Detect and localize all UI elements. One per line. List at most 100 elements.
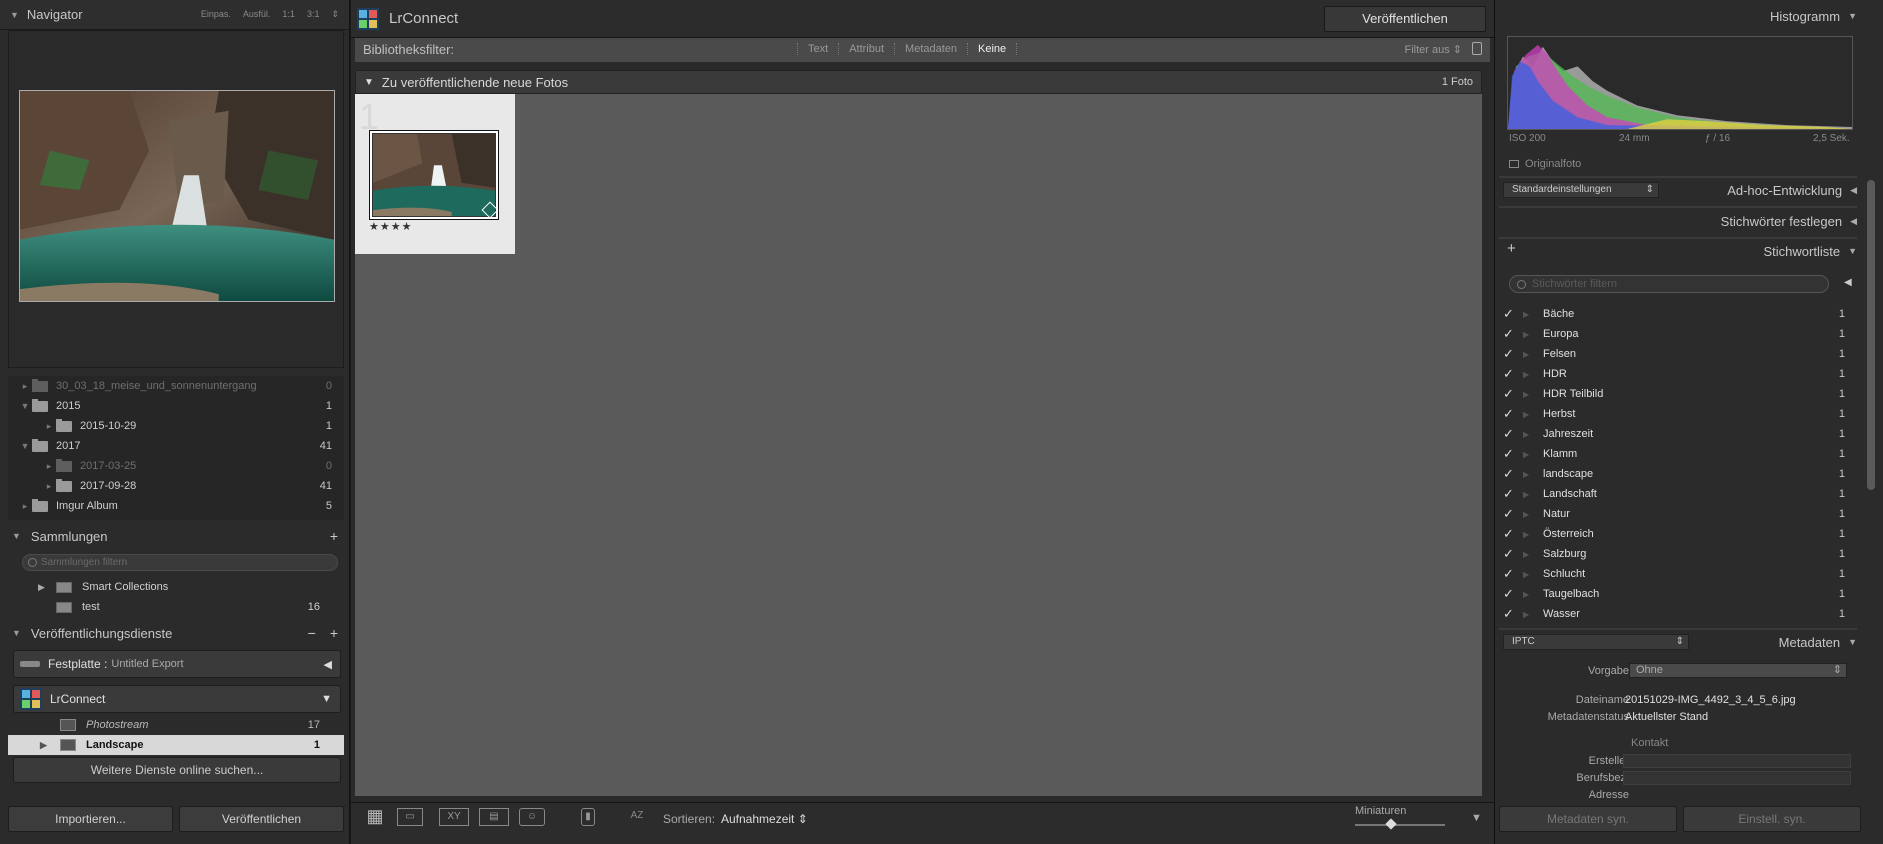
checkmark-icon[interactable]: ✓ [1503, 326, 1519, 342]
checkmark-icon[interactable]: ✓ [1503, 486, 1519, 502]
collapse-icon[interactable]: ▼ [18, 401, 32, 411]
expand-icon[interactable]: ▶ [1523, 470, 1537, 479]
expand-icon[interactable]: ▶ [1523, 570, 1537, 579]
navigator-preview-area[interactable] [8, 30, 344, 368]
expand-icon[interactable]: ▶ [1523, 490, 1537, 499]
collapse-arrow-icon[interactable]: ▼ [321, 693, 332, 705]
collapse-triangle-icon[interactable]: ▼ [1848, 246, 1857, 256]
checkmark-icon[interactable]: ✓ [1503, 446, 1519, 462]
photo-thumbnail[interactable] [369, 130, 499, 220]
folder-item[interactable]: ▸ 2017-03-25 0 [8, 456, 344, 476]
sync-settings-button[interactable]: Einstell. syn. [1683, 806, 1861, 832]
zoom-3-1[interactable]: 3:1 [307, 9, 320, 20]
survey-view-icon[interactable]: ▤ [479, 808, 509, 826]
checkbox-icon[interactable] [1509, 160, 1519, 168]
checkmark-icon[interactable]: ✓ [1503, 546, 1519, 562]
loupe-view-icon[interactable]: ▭ [397, 808, 423, 826]
folder-item[interactable]: ▼ 2015 1 [8, 396, 344, 416]
collapse-triangle-icon[interactable]: ▼ [10, 10, 19, 20]
right-panel-scrollbar[interactable] [1867, 180, 1875, 490]
navigator-preview-image[interactable] [19, 90, 335, 302]
keywording-header[interactable]: Stichwörter festlegen ◀ [1721, 209, 1857, 233]
hard-drive-service[interactable]: Festplatte : Untitled Export ◀ [13, 650, 341, 678]
keyword-item[interactable]: ✓ ▶ Wasser 1 [1499, 604, 1857, 624]
keyword-item[interactable]: ✓ ▶ Jahreszeit 1 [1499, 424, 1857, 444]
import-button[interactable]: Importieren... [8, 806, 173, 832]
metadata-set-select[interactable]: IPTC ⇕ [1503, 634, 1689, 650]
collection-item[interactable]: test 16 [8, 597, 344, 617]
expand-icon[interactable]: ▶ [1523, 390, 1537, 399]
folder-item[interactable]: ▸ 2017-09-28 41 [8, 476, 344, 496]
keyword-item[interactable]: ✓ ▶ Europa 1 [1499, 324, 1857, 344]
checkmark-icon[interactable]: ✓ [1503, 506, 1519, 522]
thumbnail-size-slider[interactable] [1355, 824, 1445, 826]
photo-grid[interactable]: 1 ★★★★ [355, 94, 1482, 796]
filter-preset-select[interactable]: Filter aus ⇕ [1404, 43, 1462, 56]
collapse-icon[interactable]: ▼ [18, 441, 32, 451]
collapse-triangle-icon[interactable]: ▼ [12, 628, 21, 638]
keyword-item[interactable]: ✓ ▶ Taugelbach 1 [1499, 584, 1857, 604]
collapse-triangle-icon[interactable]: ▼ [1848, 11, 1857, 21]
sync-metadata-button[interactable]: Metadaten syn. [1499, 806, 1677, 832]
histogram[interactable] [1507, 36, 1853, 130]
toolbar-options-icon[interactable]: ▼ [1471, 812, 1482, 824]
keyword-item[interactable]: ✓ ▶ Herbst 1 [1499, 404, 1857, 424]
collapse-triangle-icon[interactable]: ▼ [1848, 637, 1857, 647]
keyword-item[interactable]: ✓ ▶ landscape 1 [1499, 464, 1857, 484]
publish-button-left[interactable]: Veröffentlichen [179, 806, 344, 832]
filter-attribute[interactable]: Attribut [838, 43, 894, 55]
quick-develop-header[interactable]: Ad-hoc-Entwicklung ◀ [1727, 178, 1857, 202]
expand-icon[interactable]: ▸ [18, 381, 32, 392]
expand-icon[interactable]: ▶ [1523, 370, 1537, 379]
grid-view-icon[interactable]: ▦ [361, 807, 389, 826]
checkmark-icon[interactable]: ✓ [1503, 306, 1519, 322]
expand-icon[interactable]: ▶ [1523, 330, 1537, 339]
expand-icon[interactable]: ▶ [1523, 450, 1537, 459]
navigator-header[interactable]: ▼ Navigator Einpas. Ausfül. 1:1 3:1 ⇕ [0, 0, 349, 30]
checkmark-icon[interactable]: ✓ [1503, 466, 1519, 482]
expand-icon[interactable]: ▶ [1523, 530, 1537, 539]
filter-text[interactable]: Text [797, 43, 838, 55]
checkmark-icon[interactable]: ✓ [1503, 386, 1519, 402]
published-collection-item[interactable]: Photostream 17 [8, 715, 344, 735]
keyword-list-header[interactable]: Stichwortliste ▼ [1764, 239, 1858, 263]
keyword-item[interactable]: ✓ ▶ HDR Teilbild 1 [1499, 384, 1857, 404]
folder-item[interactable]: ▼ 2017 41 [8, 436, 344, 456]
add-service-icon[interactable]: + [330, 625, 338, 641]
people-view-icon[interactable]: ☺ [519, 808, 545, 826]
photo-group-header[interactable]: ▼ Zu veröffentlichende neue Fotos 1 Foto [355, 70, 1482, 94]
keyword-item[interactable]: ✓ ▶ Landschaft 1 [1499, 484, 1857, 504]
keyword-item[interactable]: ✓ ▶ Salzburg 1 [1499, 544, 1857, 564]
compare-view-icon[interactable]: XY [439, 808, 469, 826]
expand-icon[interactable]: ▶ [1523, 430, 1537, 439]
spray-can-icon[interactable]: ▮ [581, 808, 595, 826]
creator-field[interactable] [1623, 754, 1851, 768]
expand-icon[interactable]: ▶ [1523, 610, 1537, 619]
star-rating[interactable]: ★★★★ [369, 220, 412, 233]
checkmark-icon[interactable]: ✓ [1503, 586, 1519, 602]
checkmark-icon[interactable]: ✓ [1503, 606, 1519, 622]
expand-icon[interactable]: ▶ [1523, 510, 1537, 519]
expand-icon[interactable]: ▸ [18, 501, 32, 512]
folder-item[interactable]: ▸ 30_03_18_meise_und_sonnenuntergang 0 [8, 376, 344, 396]
original-photo-toggle[interactable]: Originalfoto [1509, 158, 1581, 170]
checkmark-icon[interactable]: ✓ [1503, 346, 1519, 362]
checkmark-icon[interactable]: ✓ [1503, 366, 1519, 382]
folder-item[interactable]: ▸ 2015-10-29 1 [8, 416, 344, 436]
published-collection-item-selected[interactable]: ▶ Landscape 1 [8, 735, 344, 755]
keyword-item[interactable]: ✓ ▶ Österreich 1 [1499, 524, 1857, 544]
lock-icon[interactable] [1472, 42, 1482, 55]
zoom-fit[interactable]: Einpas. [201, 9, 231, 20]
zoom-1-1[interactable]: 1:1 [282, 9, 295, 20]
filter-metadata[interactable]: Metadaten [894, 43, 967, 55]
publish-services-header[interactable]: ▼ Veröffentlichungsdienste − + [8, 621, 344, 645]
saved-preset-select[interactable]: Standardeinstellungen ⇕ [1503, 182, 1659, 198]
job-title-field[interactable] [1623, 771, 1851, 785]
keyword-item[interactable]: ✓ ▶ Natur 1 [1499, 504, 1857, 524]
keyword-item[interactable]: ✓ ▶ HDR 1 [1499, 364, 1857, 384]
expand-icon[interactable]: ▶ [1523, 350, 1537, 359]
sort-direction-icon[interactable]: AZ [623, 808, 651, 826]
checkmark-icon[interactable]: ✓ [1503, 426, 1519, 442]
keyword-filter-options-icon[interactable]: ◀ [1844, 277, 1852, 288]
photo-cell[interactable]: 1 ★★★★ [355, 94, 515, 254]
